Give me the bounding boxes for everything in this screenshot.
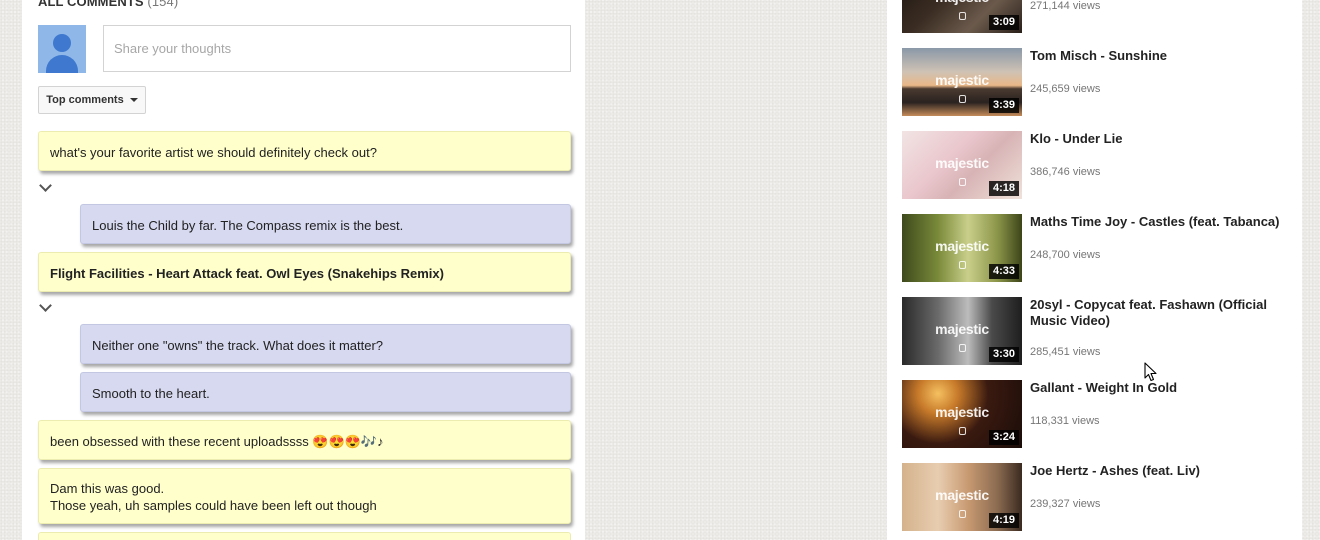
play-icon	[959, 178, 966, 186]
play-icon	[959, 427, 966, 435]
comment-bubble[interactable]: what's your favorite artist we should de…	[38, 131, 571, 171]
duration-badge: 3:39	[988, 98, 1019, 113]
duration-badge: 3:09	[988, 15, 1019, 30]
video-item[interactable]: majestic 3:39 Tom Misch - Sunshine 245,6…	[902, 48, 1292, 116]
comments-title: All Comments	[38, 0, 144, 9]
majestic-logo: majestic	[935, 404, 989, 420]
video-views: 239,327 views	[1030, 498, 1101, 510]
comment-bubble[interactable]: Flight Facilities - Heart Attack feat. O…	[38, 252, 571, 292]
video-item[interactable]: majestic 4:33 Maths Time Joy - Castles (…	[902, 214, 1292, 282]
duration-badge: 4:19	[988, 513, 1019, 528]
video-title[interactable]: 20syl - Copycat feat. Fashawn (Official …	[1030, 297, 1292, 329]
comment-text: what's your favorite artist we should de…	[50, 145, 377, 160]
comment-bubble[interactable]: been obsessed with these recent uploadss…	[38, 420, 571, 460]
sort-label: Top comments	[46, 94, 124, 106]
video-title[interactable]: Tom Misch - Sunshine	[1030, 48, 1292, 64]
comment-bubble[interactable]: Dam this was good. Those yeah, uh sample…	[38, 468, 571, 524]
play-icon	[959, 261, 966, 269]
majestic-logo: majestic	[935, 487, 989, 503]
avatar-body	[46, 55, 78, 73]
video-title[interactable]: Klo - Under Lie	[1030, 131, 1292, 147]
play-icon	[959, 510, 966, 518]
reply-bubble[interactable]: Neither one "owns" the track. What does …	[80, 324, 571, 364]
video-thumbnail[interactable]: majestic 4:19	[902, 463, 1022, 531]
video-thumbnail[interactable]: majestic 3:30	[902, 297, 1022, 365]
chevron-down-icon[interactable]	[39, 299, 52, 312]
reply-bubble[interactable]: Louis the Child by far. The Compass remi…	[80, 204, 571, 244]
play-icon	[959, 12, 966, 20]
comment-text-line: Dam this was good.	[50, 481, 165, 496]
duration-badge: 4:18	[988, 181, 1019, 196]
comments-count: (154)	[147, 0, 179, 9]
mouse-cursor-icon	[1144, 362, 1157, 382]
duration-badge: 4:33	[988, 264, 1019, 279]
reply-text: Smooth to the heart.	[92, 386, 210, 401]
video-title[interactable]: Gallant - Weight In Gold	[1030, 380, 1292, 396]
majestic-logo: majestic	[902, 0, 1022, 5]
video-thumbnail[interactable]: majestic 3:24	[902, 380, 1022, 448]
play-icon	[959, 344, 966, 352]
video-thumbnail[interactable]: majestic 3:09	[902, 0, 1022, 33]
video-title[interactable]: Joe Hertz - Ashes (feat. Liv)	[1030, 463, 1292, 479]
video-views: 248,700 views	[1030, 249, 1101, 261]
majestic-logo: majestic	[935, 72, 989, 88]
comment-text-line: Those yeah, uh samples could have been l…	[50, 498, 377, 513]
majestic-logo: majestic	[935, 321, 989, 337]
duration-badge: 3:30	[988, 347, 1019, 362]
video-title[interactable]: Maths Time Joy - Castles (feat. Tabanca)	[1030, 214, 1292, 230]
related-videos-sidebar: majestic 3:09 271,144 views majestic 3:3…	[887, 0, 1302, 540]
chevron-down-icon[interactable]	[39, 179, 52, 192]
reply-bubble[interactable]: Smooth to the heart.	[80, 372, 571, 412]
reply-text: Neither one "owns" the track. What does …	[92, 338, 384, 353]
caret-down-icon	[129, 98, 138, 102]
comment-text: been obsessed with these recent uploadss…	[50, 434, 384, 449]
majestic-logo: majestic	[935, 238, 989, 254]
video-item[interactable]: majestic 4:18 Klo - Under Lie 386,746 vi…	[902, 131, 1292, 199]
video-item[interactable]: majestic 3:24 Gallant - Weight In Gold 1…	[902, 380, 1292, 448]
video-item[interactable]: majestic 3:30 20syl - Copycat feat. Fash…	[902, 297, 1292, 365]
reply-text: Louis the Child by far. The Compass remi…	[92, 218, 404, 233]
comment-bubble[interactable]	[38, 532, 571, 540]
video-views: 118,331 views	[1030, 415, 1100, 427]
user-avatar[interactable]	[38, 25, 86, 73]
duration-badge: 3:24	[988, 430, 1019, 445]
comment-input[interactable]	[103, 25, 571, 72]
comments-header: All Comments (154)	[38, 0, 178, 9]
video-item[interactable]: majestic 3:09 271,144 views	[902, 0, 1292, 33]
majestic-logo: majestic	[935, 155, 989, 171]
avatar-head	[53, 34, 71, 52]
sort-comments-button[interactable]: Top comments	[38, 86, 146, 114]
video-thumbnail[interactable]: majestic 4:33	[902, 214, 1022, 282]
comments-panel: All Comments (154) Top comments what's y…	[22, 0, 585, 540]
video-views: 245,659 views	[1030, 83, 1101, 95]
video-thumbnail[interactable]: majestic 3:39	[902, 48, 1022, 116]
comment-text: Flight Facilities - Heart Attack feat. O…	[50, 266, 444, 281]
video-views: 285,451 views	[1030, 346, 1101, 358]
play-icon	[959, 95, 966, 103]
video-views: 271,144 views	[1030, 0, 1101, 12]
video-item[interactable]: majestic 4:19 Joe Hertz - Ashes (feat. L…	[902, 463, 1292, 531]
video-thumbnail[interactable]: majestic 4:18	[902, 131, 1022, 199]
video-views: 386,746 views	[1030, 166, 1101, 178]
